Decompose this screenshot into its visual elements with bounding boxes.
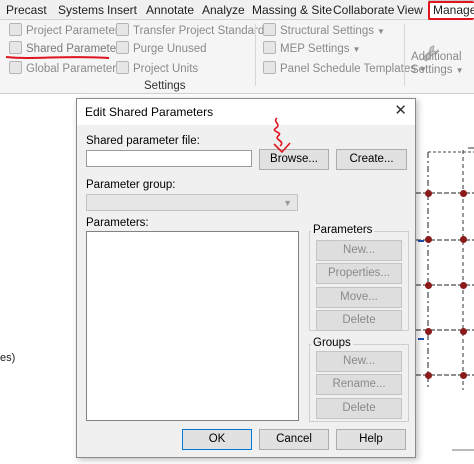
tab-annotate[interactable]: Annotate (146, 2, 194, 19)
delete-parameter-button[interactable]: Delete (316, 310, 402, 331)
project-units-button[interactable]: Project Units (116, 61, 198, 78)
tab-massing-site[interactable]: Massing & Site (252, 2, 332, 19)
ribbon-separator (255, 24, 256, 86)
grid-point (460, 236, 467, 243)
canvas-text-fragment: es) (0, 352, 16, 364)
new-group-button[interactable]: New... (316, 351, 402, 372)
chevron-down-icon: ▼ (283, 198, 292, 208)
global-parameters-icon (9, 61, 22, 74)
grid-marker (418, 240, 424, 242)
structural-settings-button[interactable]: Structural Settings ▼ (263, 23, 385, 40)
rename-group-button[interactable]: Rename... (316, 374, 402, 395)
shared-parameter-file-label: Shared parameter file: (86, 135, 200, 147)
purge-unused-label: Purge Unused (133, 43, 207, 55)
parameters-listbox[interactable] (86, 231, 299, 421)
grid-point (460, 328, 467, 335)
mep-settings-label: MEP Settings (280, 43, 350, 55)
panel-schedule-templates-button[interactable]: Panel Schedule Templates ▼ (263, 61, 427, 78)
shared-parameters-underline (5, 56, 110, 59)
grid-point (425, 190, 432, 197)
project-parameters-label: Project Parameters (26, 25, 125, 37)
grid-point (425, 328, 432, 335)
groups-group-label: Groups (311, 337, 353, 349)
manage-tab-highlight (428, 1, 474, 20)
global-parameters-label: Global Parameters (26, 63, 122, 75)
grid-point (425, 372, 432, 379)
grid-point (460, 190, 467, 197)
transfer-project-standards-label: Transfer Project Standards (133, 25, 270, 37)
edit-shared-parameters-dialog: Edit Shared Parameters ✕ Shared paramete… (76, 98, 416, 458)
mep-settings-icon (263, 41, 276, 54)
close-icon[interactable]: ✕ (394, 102, 407, 120)
ok-button[interactable]: OK (182, 429, 252, 450)
purge-unused-button[interactable]: Purge Unused (116, 41, 207, 58)
chevron-down-icon: ▼ (376, 27, 385, 36)
cancel-button[interactable]: Cancel (259, 429, 329, 450)
chevron-down-icon: ▼ (352, 45, 361, 54)
tab-insert[interactable]: Insert (107, 2, 137, 19)
project-units-label: Project Units (133, 63, 199, 75)
structural-settings-icon (263, 23, 276, 36)
help-button[interactable]: Help (336, 429, 406, 450)
transfer-project-standards-button[interactable]: Transfer Project Standards (116, 23, 270, 40)
parameter-properties-button[interactable]: Properties... (316, 263, 402, 284)
tab-analyze[interactable]: Analyze (202, 2, 245, 19)
grid-point (425, 236, 432, 243)
settings-group-label: Settings (144, 80, 186, 92)
structural-settings-label: Structural Settings (280, 25, 374, 37)
transfer-standards-icon (116, 23, 129, 36)
parameters-group-label: Parameters (311, 224, 375, 236)
project-units-icon (116, 61, 129, 74)
mep-settings-button[interactable]: MEP Settings ▼ (263, 41, 360, 58)
grid-point (460, 372, 467, 379)
structural-grid-drawing (416, 147, 474, 451)
move-parameter-button[interactable]: Move... (316, 287, 402, 308)
additional-settings-line2: Settings (411, 64, 453, 76)
global-parameters-button[interactable]: Global Parameters (9, 61, 122, 78)
parameter-group-select[interactable]: ▼ (86, 194, 298, 211)
purge-unused-icon (116, 41, 129, 54)
tab-systems[interactable]: Systems (58, 2, 104, 19)
chevron-down-icon: ▼ (455, 66, 464, 75)
tab-collaborate[interactable]: Collaborate (333, 2, 394, 19)
ribbon-separator (404, 24, 405, 86)
delete-group-button[interactable]: Delete (316, 398, 402, 419)
dialog-titlebar[interactable]: Edit Shared Parameters ✕ (77, 99, 415, 125)
dialog-title: Edit Shared Parameters (85, 105, 214, 119)
project-parameters-button[interactable]: Project Parameters (9, 23, 124, 40)
new-parameter-button[interactable]: New... (316, 240, 402, 261)
panel-schedule-templates-label: Panel Schedule Templates (280, 63, 416, 75)
additional-settings-line1: Additional (411, 51, 462, 63)
tab-precast[interactable]: Precast (6, 2, 47, 19)
panel-schedule-icon (263, 61, 276, 74)
grid-marker (418, 338, 424, 340)
parameters-list-label: Parameters: (86, 217, 149, 229)
tab-view[interactable]: View (397, 2, 423, 19)
create-button[interactable]: Create... (336, 149, 407, 170)
project-parameters-icon (9, 23, 22, 36)
grid-point (425, 282, 432, 289)
shared-parameter-file-field[interactable] (86, 150, 252, 167)
parameter-group-label: Parameter group: (86, 179, 176, 191)
ribbon-tab-bar: Precast Systems Insert Annotate Analyze … (0, 0, 474, 21)
annotation-arrow-scribble (273, 117, 291, 154)
grid-point (460, 282, 467, 289)
additional-settings-button[interactable]: Additional Settings ▼ (411, 51, 463, 79)
